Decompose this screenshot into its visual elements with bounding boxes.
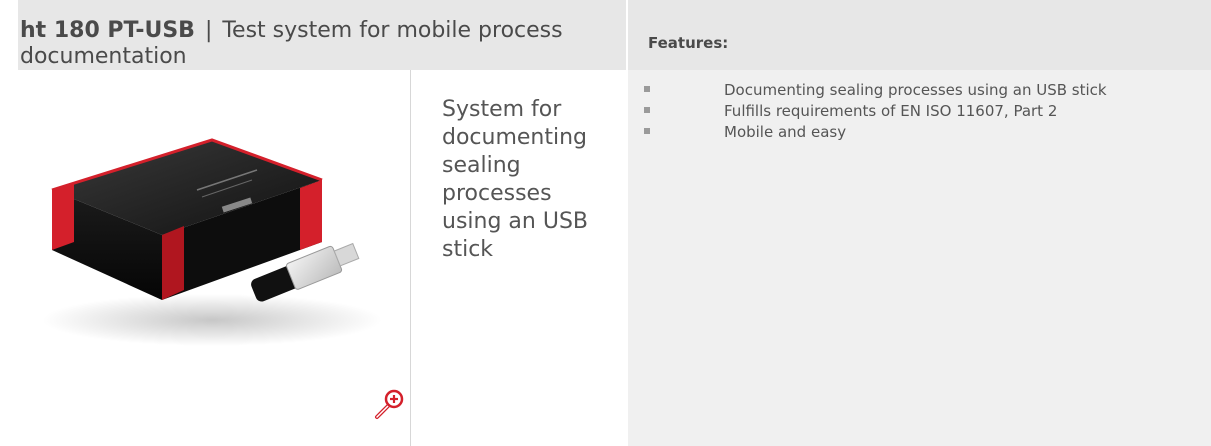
list-item: Mobile and easy [628,122,1211,143]
feature-list: Documenting sealing processes using an U… [628,80,1211,143]
product-name: ht 180 PT-USB [20,18,195,43]
features-header: Features: [628,0,1211,70]
product-title-header: ht 180 PT-USB | Test system for mobile p… [18,0,626,70]
list-item: Fulfills requirements of EN ISO 11607, P… [628,101,1211,122]
bullet-icon [644,107,650,113]
column-divider [410,70,411,446]
feature-label: Fulfills requirements of EN ISO 11607, P… [724,102,1058,120]
title-separator: | [204,18,213,43]
zoom-in-icon[interactable] [371,387,407,423]
features-heading: Features: [648,34,729,52]
feature-label: Mobile and easy [724,123,847,141]
usb-test-device-image[interactable] [22,130,392,360]
feature-label: Documenting sealing processes using an U… [724,81,1107,99]
bullet-icon [644,128,650,134]
bullet-icon [644,86,650,92]
product-description: System for documenting sealing processes… [442,97,588,262]
list-item: Documenting sealing processes using an U… [628,80,1211,101]
product-page: ht 180 PT-USB | Test system for mobile p… [0,0,1211,446]
